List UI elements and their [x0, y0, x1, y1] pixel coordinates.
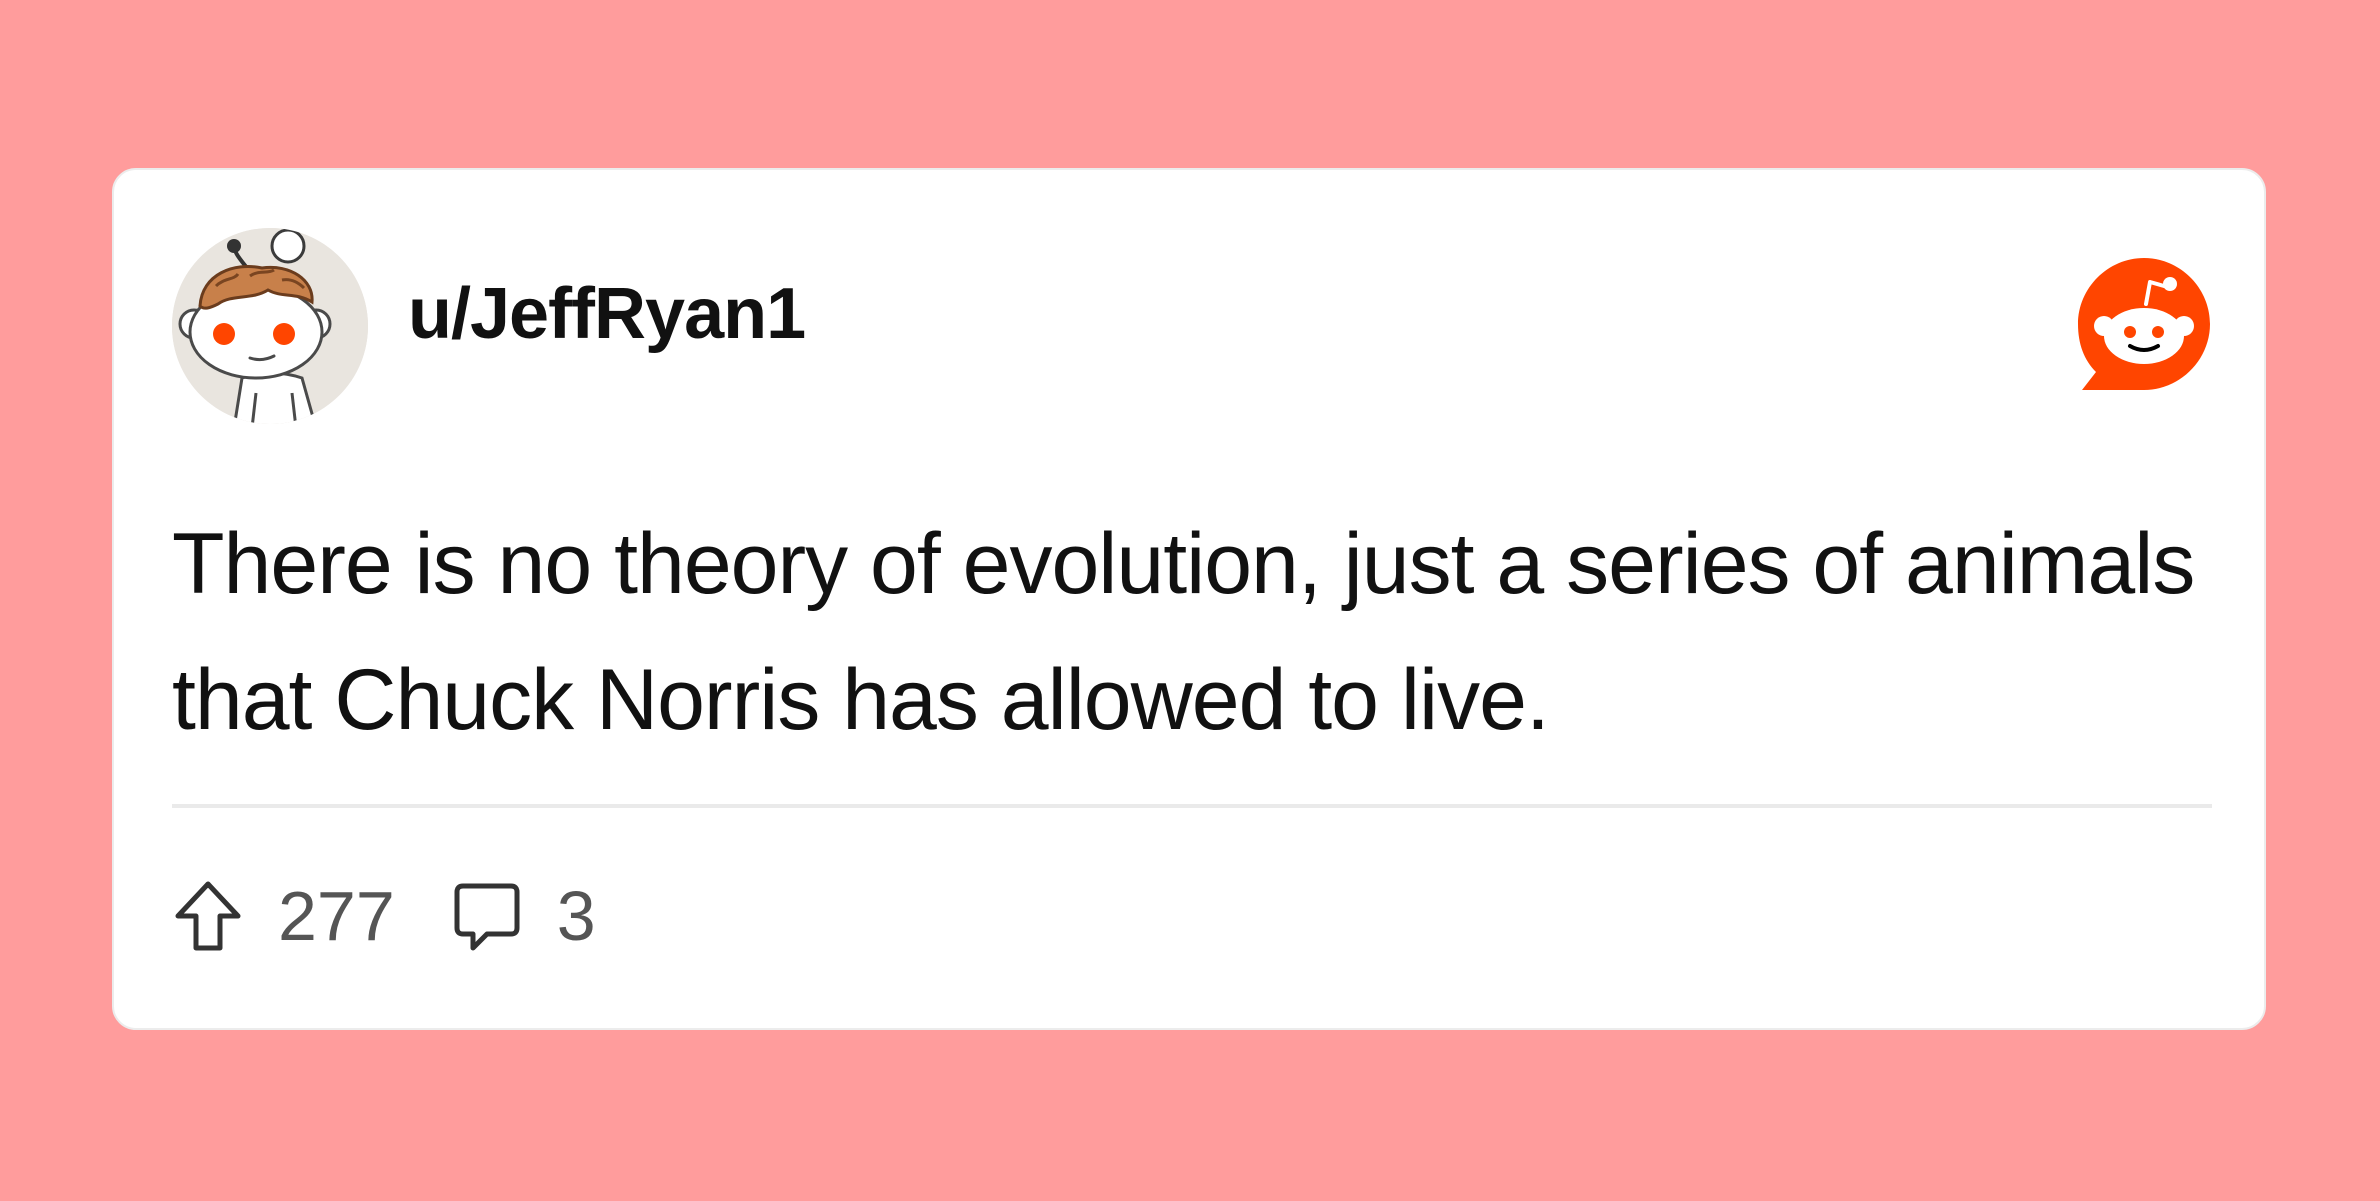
snoo-avatar-icon	[172, 228, 368, 424]
comments-stat[interactable]: 3	[451, 878, 596, 954]
post-body: There is no theory of evolution, just a …	[172, 516, 2195, 748]
upvote-arrow-icon[interactable]	[172, 878, 244, 954]
upvote-stat[interactable]: 277	[172, 878, 395, 954]
username[interactable]: u/JeffRyan1	[408, 278, 806, 350]
comment-count: 3	[556, 877, 596, 955]
divider	[172, 804, 2212, 808]
reddit-logo-icon	[2076, 256, 2212, 392]
avatar[interactable]	[172, 228, 368, 424]
post-card: u/JeffRyan1 There is no theory of evolut…	[112, 168, 2266, 1030]
comment-bubble-icon[interactable]	[451, 878, 523, 954]
post-stats: 277 3	[172, 876, 596, 956]
upvote-count: 277	[278, 877, 395, 955]
